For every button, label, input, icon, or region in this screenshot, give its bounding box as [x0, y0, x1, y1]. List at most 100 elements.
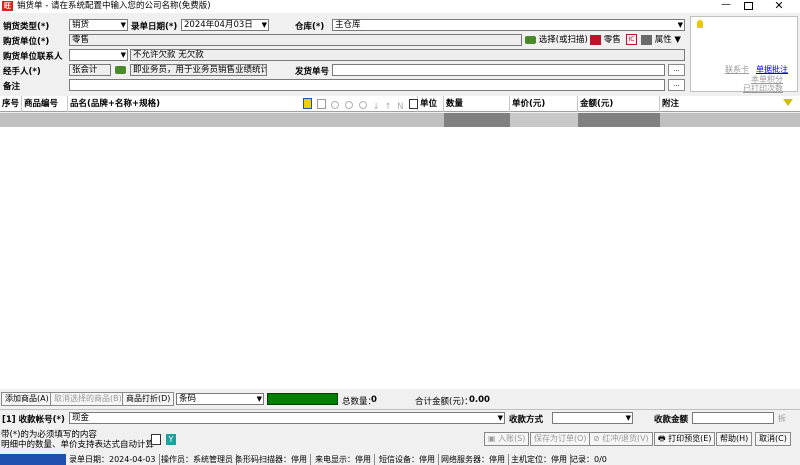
- status-caller-id: 来电显示：停用: [312, 454, 375, 465]
- minimize-icon[interactable]: —: [718, 0, 734, 13]
- header-form: 销货类型(*) 销货 录单日期(*) 2024年04月03日 仓库(*) 主仓库…: [0, 14, 800, 94]
- amount-input[interactable]: [692, 412, 774, 424]
- column-menu-icon[interactable]: [783, 99, 793, 106]
- remark-input[interactable]: [69, 79, 665, 91]
- sale-type-value: 销货: [72, 20, 90, 30]
- grid-body[interactable]: [0, 127, 800, 389]
- arrow-down-icon[interactable]: ↓: [373, 102, 380, 112]
- warehouse-select[interactable]: 主仓库: [332, 19, 685, 31]
- search-person-icon[interactable]: [303, 98, 312, 109]
- account-select[interactable]: 现金: [69, 412, 505, 424]
- table-row[interactable]: [0, 113, 800, 127]
- remark-label: 备注: [3, 82, 21, 92]
- split-icon[interactable]: 拆: [778, 413, 786, 424]
- arrow-up-icon[interactable]: ↑: [384, 102, 391, 112]
- help-button[interactable]: 帮助(H): [716, 432, 753, 446]
- cancel-selected-button[interactable]: 取消选择的商品(B): [50, 392, 126, 406]
- account-value: 现金: [72, 413, 90, 423]
- entry-date-label: 录单日期(*): [131, 22, 178, 32]
- red-return-button[interactable]: ⊘ 红冲/退货(V): [589, 432, 653, 446]
- table-icon[interactable]: [316, 99, 326, 109]
- ship-no-input[interactable]: [332, 64, 665, 76]
- handler-desc: 即业务员，用于业务员销售业绩统计: [130, 64, 267, 76]
- status-entry-date: 录单日期：2024-04-03: [66, 454, 160, 465]
- barcode-input[interactable]: [267, 393, 338, 405]
- status-records: 记录：0/0: [570, 455, 607, 464]
- contact-card-link[interactable]: 联系卡: [725, 64, 749, 75]
- row-price-cell[interactable]: [510, 113, 578, 127]
- window-title: 销货单 - 请在系统配置中输入您的公司名称(免费版): [17, 1, 211, 11]
- chat-icon[interactable]: [358, 101, 367, 109]
- lightbulb-icon: [697, 20, 703, 28]
- app-icon: 旺: [2, 1, 13, 11]
- hand-select-icon[interactable]: [115, 66, 126, 74]
- preview-icon[interactable]: [151, 434, 161, 445]
- col-price[interactable]: 单价(元): [510, 96, 578, 112]
- red-return-label: 红冲/退货(V): [602, 434, 649, 443]
- method-select[interactable]: [552, 412, 633, 424]
- select-scan-button[interactable]: 选择(或扫描): [525, 33, 588, 47]
- handler-field[interactable]: 张会计: [69, 64, 111, 76]
- contact-select[interactable]: [69, 49, 128, 61]
- print-icon: 🖶: [658, 434, 666, 443]
- stock-in-label: 入账(S): [498, 434, 526, 443]
- close-icon[interactable]: ✕: [772, 0, 786, 13]
- retail-button[interactable]: 零售: [590, 33, 621, 47]
- buyer-field[interactable]: 零售: [69, 34, 522, 46]
- print-preview-button[interactable]: 🖶 打印预览(E): [654, 432, 716, 446]
- add-goods-button[interactable]: 添加商品(A): [1, 392, 53, 406]
- goods-discount-button[interactable]: 商品打折(D): [122, 392, 175, 406]
- taskbar-strip: [0, 454, 66, 465]
- hand-icon: [525, 35, 536, 44]
- credit-info: 不允许欠款 无欠款: [130, 49, 685, 61]
- handler-value: 张会计: [72, 65, 98, 75]
- status-scanner: 条形码扫描器：停用: [232, 454, 311, 465]
- side-panel: 联系卡 单据批注 本单积分 已打印次数: [690, 16, 798, 94]
- remark-more-button[interactable]: ...: [668, 79, 685, 91]
- barcode-select[interactable]: 条码: [176, 393, 264, 405]
- printed-count-link[interactable]: 已打印次数: [743, 83, 783, 94]
- contact-label: 购货单位联系人: [3, 52, 63, 62]
- select-scan-label: 选择(或扫描): [538, 35, 588, 45]
- col-qty[interactable]: 数量: [444, 96, 510, 112]
- status-host-pos: 主机定位：停用: [508, 454, 571, 465]
- maximize-icon[interactable]: [744, 2, 753, 10]
- prohibit-icon: ⊘: [593, 434, 600, 443]
- ship-no-more-button[interactable]: ...: [668, 64, 685, 76]
- chat-icon[interactable]: [331, 101, 340, 109]
- props-icon: [641, 34, 652, 45]
- row-amount-cell[interactable]: [578, 113, 660, 127]
- total-qty-value: 0: [371, 395, 377, 405]
- props-label: 属性: [654, 35, 672, 45]
- entry-date-picker[interactable]: 2024年04月03日: [181, 19, 269, 31]
- cancel-button[interactable]: 取消(C): [755, 432, 791, 446]
- n-icon[interactable]: N: [397, 102, 403, 112]
- stock-in-button[interactable]: ▣ 入账(S): [484, 432, 530, 446]
- filter-icon[interactable]: Y: [166, 434, 176, 445]
- row-qty-cell[interactable]: [444, 113, 510, 127]
- warehouse-label: 仓库(*): [295, 22, 325, 32]
- total-amount-value: 0.00: [469, 395, 490, 405]
- barcode-value: 条码: [179, 394, 197, 404]
- credit-value: 不允许欠款 无欠款: [133, 50, 204, 60]
- col-amount[interactable]: 金额(元): [578, 96, 660, 112]
- footer: 带(*)的为必须填写的内容 明细中的数量、单价支持表达式自动计算 Y ▣ 入账(…: [0, 426, 800, 453]
- ship-no-label: 发货单号: [295, 67, 330, 77]
- status-operator: 操作员：系统管理员: [158, 454, 237, 465]
- col-unit[interactable]: 单位: [418, 96, 444, 112]
- save-order-button[interactable]: 保存为订单(O): [530, 432, 591, 446]
- title-bar: 旺 销货单 - 请在系统配置中输入您的公司名称(免费版) — ✕: [0, 0, 800, 13]
- print-preview-icon[interactable]: [409, 99, 419, 109]
- sale-type-select[interactable]: 销货: [69, 19, 128, 31]
- ic-card-button[interactable]: IC: [626, 34, 637, 45]
- col-seq[interactable]: 序号: [0, 96, 22, 112]
- print-preview-label: 打印预览(E): [668, 434, 712, 443]
- stock-in-icon: ▣: [488, 434, 496, 443]
- col-note[interactable]: 附注: [660, 96, 800, 112]
- chat-icon[interactable]: [345, 101, 354, 109]
- sale-type-label: 销货类型(*): [3, 22, 50, 32]
- col-code[interactable]: 商品编号: [22, 96, 68, 112]
- props-button[interactable]: 属性 ▼: [641, 33, 681, 47]
- total-amount-label: 合计金额(元)：: [415, 397, 473, 407]
- payment-row: [1] 收款帐号(*) 现金 收款方式 收款金额 拆: [0, 409, 800, 425]
